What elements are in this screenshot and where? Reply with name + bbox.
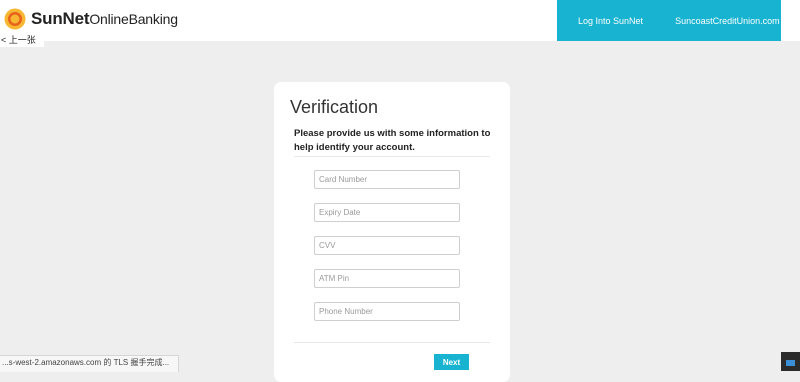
atm-pin-field[interactable] xyxy=(314,269,460,288)
browser-status-bar: ...s-west-2.amazonaws.com 的 TLS 握手完成... xyxy=(0,355,179,372)
top-nav: Log Into SunNet SuncoastCreditUnion.com xyxy=(557,0,781,41)
next-button[interactable]: Next xyxy=(434,354,469,370)
sun-logo-icon xyxy=(4,8,26,30)
corner-widget-inner xyxy=(786,360,795,366)
divider-top xyxy=(294,156,490,157)
corner-widget-icon[interactable] xyxy=(781,352,800,371)
logo-name-bold: SunNet xyxy=(31,9,90,28)
cvv-field[interactable] xyxy=(314,236,460,255)
expiry-date-field[interactable] xyxy=(314,203,460,222)
phone-number-field[interactable] xyxy=(314,302,460,321)
page-title: Verification xyxy=(290,97,379,117)
back-button[interactable]: < 上一张 xyxy=(0,33,44,47)
sunnet-logo[interactable]: SunNetOnlineBanking xyxy=(4,8,178,30)
card-number-field[interactable] xyxy=(314,170,460,189)
nav-site-link[interactable]: SuncoastCreditUnion.com xyxy=(675,16,780,26)
verification-card: Verification Please provide us with some… xyxy=(274,82,510,382)
nav-login-link[interactable]: Log Into SunNet xyxy=(578,16,643,26)
logo-text: SunNetOnlineBanking xyxy=(31,9,178,29)
verification-description: Please provide us with some information … xyxy=(294,128,491,153)
top-header: SunNetOnlineBanking Log Into SunNet Sunc… xyxy=(0,0,800,41)
divider-bottom xyxy=(294,342,490,343)
logo-name-light: OnlineBanking xyxy=(89,11,178,27)
